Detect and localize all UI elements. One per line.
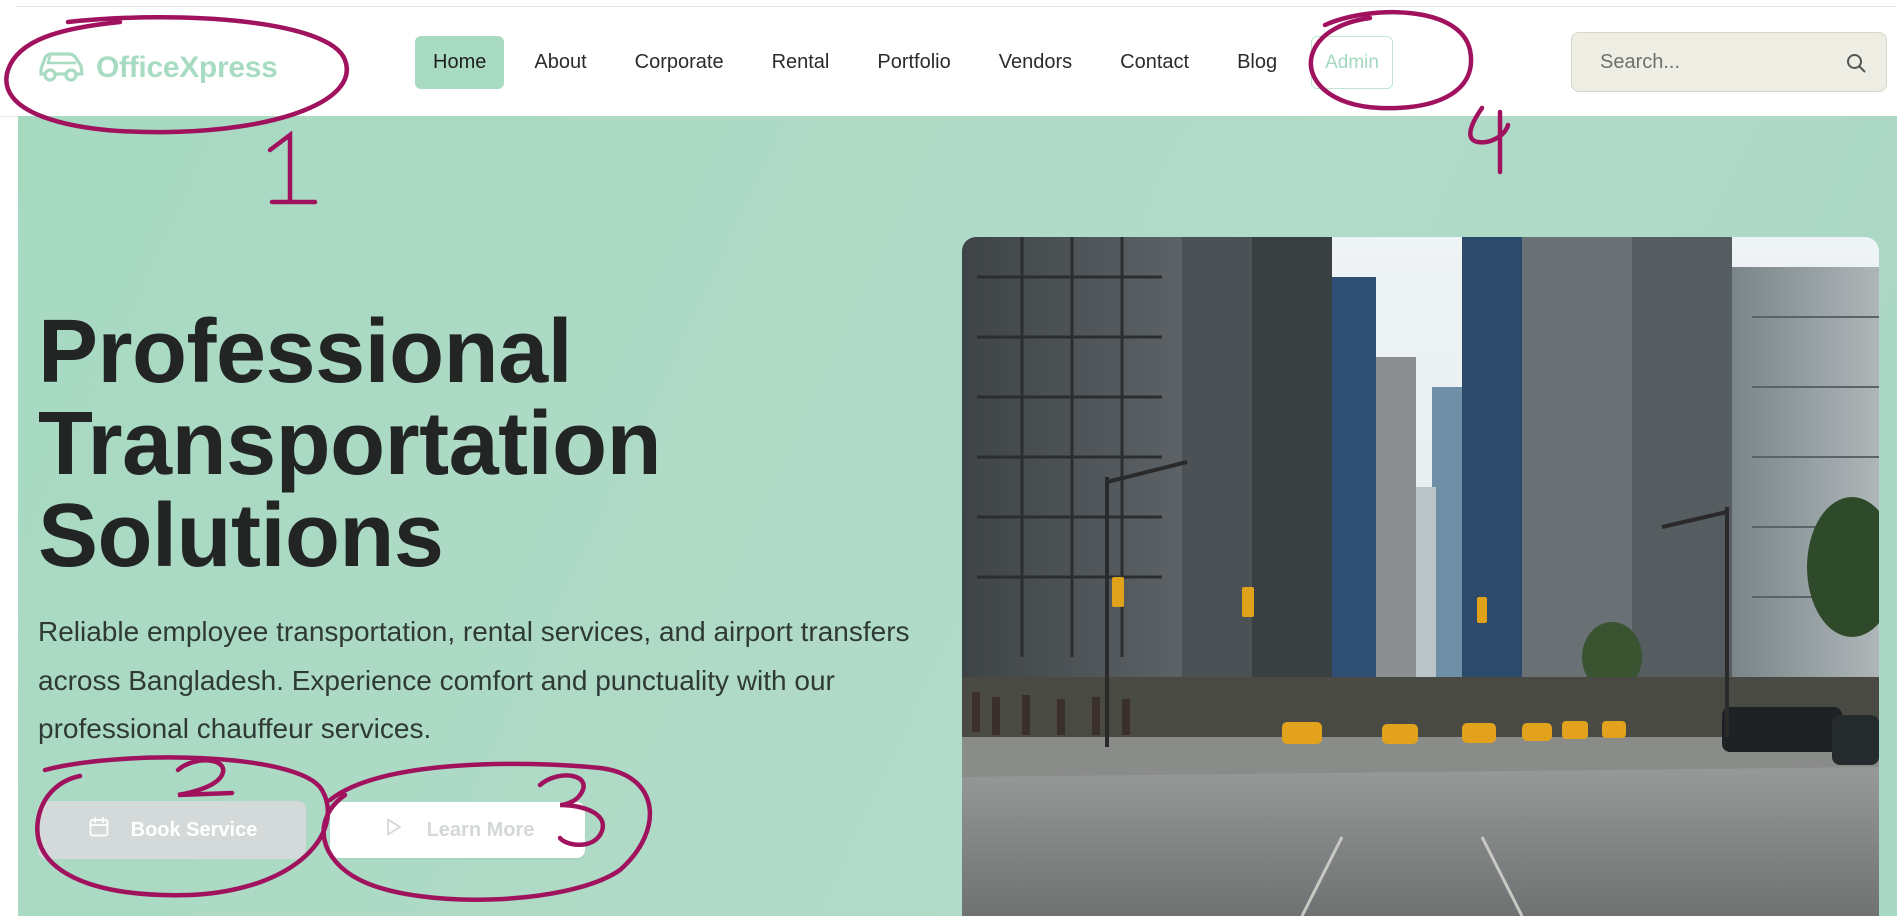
main-nav: Home About Corporate Rental Portfolio Ve…	[415, 36, 1393, 89]
navbar: OfficeXpress Home About Corporate Rental…	[0, 7, 1897, 117]
nav-home[interactable]: Home	[415, 36, 505, 89]
book-service-button[interactable]: Book Service	[38, 801, 306, 859]
hero-section: Professional Transportation Solutions Re…	[18, 116, 1897, 916]
city-street-photo	[962, 237, 1879, 916]
calendar-icon	[87, 815, 111, 845]
search-icon[interactable]	[1844, 51, 1868, 75]
nav-corporate[interactable]: Corporate	[617, 36, 742, 89]
play-icon	[381, 815, 405, 845]
nav-vendors[interactable]: Vendors	[981, 36, 1090, 89]
book-service-label: Book Service	[130, 818, 258, 841]
hero-title: Professional Transportation Solutions	[38, 302, 662, 586]
learn-more-label: Learn More	[426, 818, 535, 841]
nav-rental[interactable]: Rental	[754, 36, 848, 89]
nav-about[interactable]: About	[516, 36, 604, 89]
brand-name: OfficeXpress	[96, 50, 278, 84]
search-box[interactable]	[1571, 32, 1887, 92]
hero-description: Reliable employee transportation, rental…	[38, 616, 910, 744]
car-icon	[36, 45, 86, 90]
learn-more-button[interactable]: Learn More	[330, 802, 585, 858]
nav-blog[interactable]: Blog	[1219, 36, 1295, 89]
admin-button[interactable]: Admin	[1311, 36, 1393, 89]
nav-portfolio[interactable]: Portfolio	[859, 36, 968, 89]
search-input[interactable]	[1598, 49, 1832, 75]
nav-contact[interactable]: Contact	[1102, 36, 1207, 89]
brand-logo[interactable]: OfficeXpress	[36, 45, 278, 90]
